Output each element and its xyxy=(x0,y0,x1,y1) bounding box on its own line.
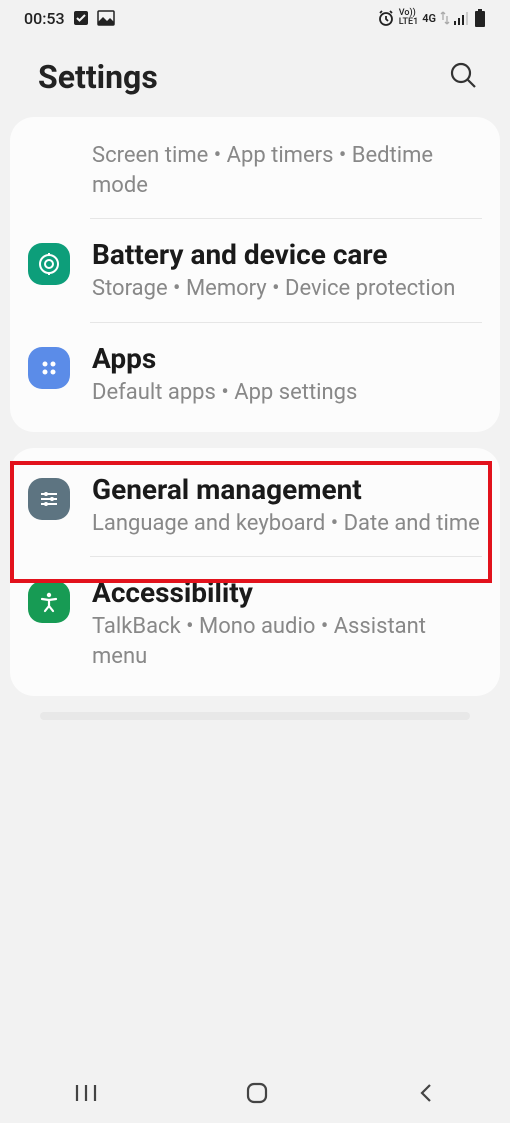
home-button[interactable] xyxy=(215,1071,299,1118)
home-icon xyxy=(245,1093,269,1108)
setting-subtitle: Screen time • App timers • Bedtime mode xyxy=(92,141,482,200)
setting-subtitle: TalkBack • Mono audio • Assistant menu xyxy=(92,612,482,671)
sliders-icon xyxy=(28,478,70,520)
setting-title: Battery and device care xyxy=(92,237,482,272)
recents-button[interactable] xyxy=(44,1073,128,1116)
status-time: 00:53 xyxy=(24,9,65,28)
setting-title: Accessibility xyxy=(92,575,482,610)
navigation-bar xyxy=(0,1065,510,1123)
accessibility-icon xyxy=(28,581,70,623)
search-icon xyxy=(448,78,478,93)
image-icon xyxy=(97,10,115,26)
signal-type: 4G xyxy=(422,12,436,25)
checkbox-icon xyxy=(73,10,89,26)
setting-item-battery[interactable]: Battery and device care Storage • Memory… xyxy=(10,219,500,322)
setting-item-apps[interactable]: Apps Default apps • App settings xyxy=(10,323,500,426)
setting-subtitle: Language and keyboard • Date and time xyxy=(92,509,482,539)
battery-care-icon xyxy=(28,243,70,285)
battery-icon xyxy=(474,9,486,27)
setting-subtitle: Default apps • App settings xyxy=(92,378,482,408)
setting-title: Apps xyxy=(92,341,482,376)
network-label: Vo)) LTE1 xyxy=(399,9,418,27)
setting-item-general[interactable]: General management Language and keyboard… xyxy=(10,454,500,557)
status-bar: 00:53 Vo)) LTE1 4G xyxy=(0,0,510,36)
alarm-icon xyxy=(377,9,395,27)
back-icon xyxy=(416,1093,436,1108)
settings-list: Screen time • App timers • Bedtime mode … xyxy=(0,117,510,720)
settings-card: Screen time • App timers • Bedtime mode … xyxy=(10,117,500,432)
back-button[interactable] xyxy=(386,1071,466,1118)
setting-title: General management xyxy=(92,472,482,507)
status-right: Vo)) LTE1 4G xyxy=(377,9,486,27)
status-left: 00:53 xyxy=(24,9,115,28)
signal-icon xyxy=(454,11,470,25)
page-title: Settings xyxy=(38,58,158,96)
search-button[interactable] xyxy=(442,54,484,99)
recents-icon xyxy=(74,1091,98,1106)
apps-icon xyxy=(28,347,70,389)
updown-icon xyxy=(440,11,450,25)
setting-item-digital-wellbeing-trail[interactable]: Screen time • App timers • Bedtime mode xyxy=(10,123,500,218)
header: Settings xyxy=(0,36,510,117)
setting-item-accessibility[interactable]: Accessibility TalkBack • Mono audio • As… xyxy=(10,557,500,689)
scroll-indicator xyxy=(40,712,470,720)
setting-subtitle: Storage • Memory • Device protection xyxy=(92,274,482,304)
settings-card: General management Language and keyboard… xyxy=(10,448,500,696)
